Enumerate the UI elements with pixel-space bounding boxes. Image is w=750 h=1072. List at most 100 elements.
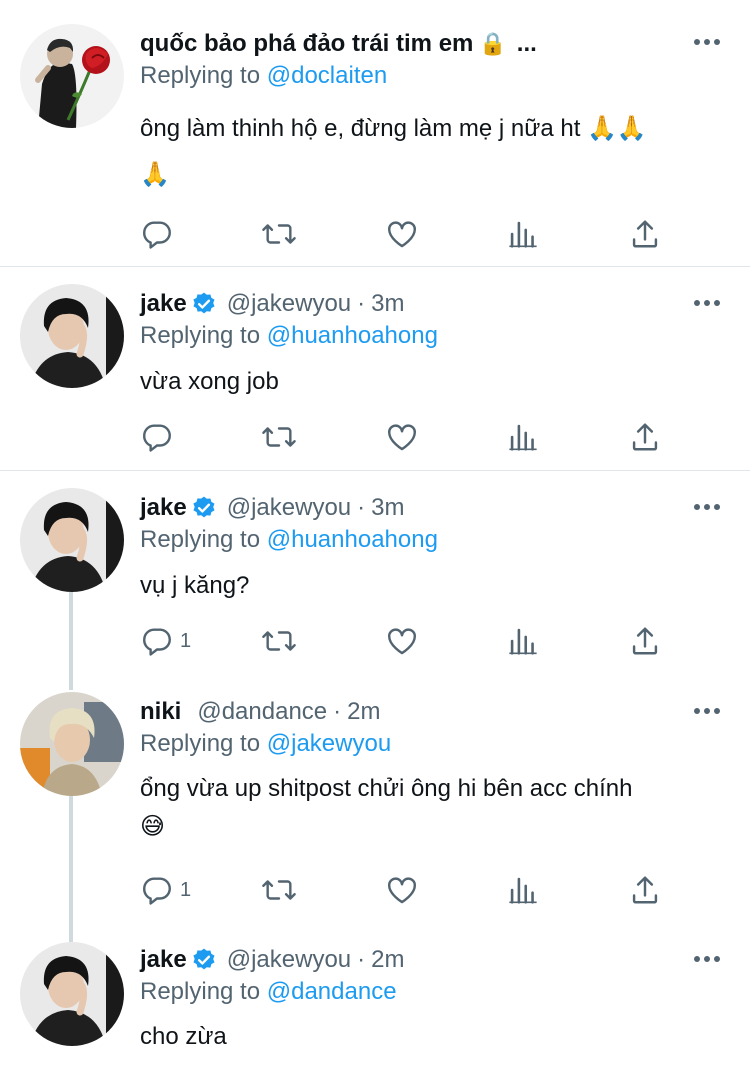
replying-prefix: Replying to [140,322,261,349]
separator-dot: · [357,290,366,317]
retweet-icon [262,427,296,447]
replying-to: Replying to @dandance [140,978,397,1006]
verified-badge-icon [191,291,217,317]
handle[interactable]: @jakewyou [227,494,351,522]
separator-dot: · [357,494,366,521]
retweet-button[interactable] [260,624,298,658]
reply-icon [143,877,171,905]
tweet[interactable]: quốc bảo phá đảo trái tim em 🔒 ... Reply… [0,0,750,266]
like-icon [388,424,416,451]
retweet-button[interactable] [260,873,298,907]
tweet-header: jake @jakewyou · 2m [140,942,404,978]
handle[interactable]: @jakewyou [227,946,351,974]
reply-icon [143,628,171,656]
like-button[interactable] [385,420,419,454]
replying-prefix: Replying to [140,526,261,553]
share-button[interactable] [630,420,660,454]
display-name[interactable]: jake [140,946,187,974]
tweet-text-line: vụ j kăng? [140,572,250,599]
avatar[interactable] [20,488,124,592]
reply-button[interactable] [140,420,174,454]
tweet-text-line: 😅 [140,813,166,840]
replying-to: Replying to @huanhoahong [140,526,438,554]
retweet-icon [262,224,296,244]
replying-prefix: Replying to [140,730,261,757]
more-icon[interactable] [694,299,720,307]
tweet-text-line: cho zừa [140,1023,227,1050]
avatar[interactable] [20,284,124,388]
display-name[interactable]: quốc bảo phá đảo trái tim em [140,30,473,58]
share-button[interactable] [630,873,660,907]
handle[interactable]: @jakewyou [227,290,351,318]
tweet-header: quốc bảo phá đảo trái tim em 🔒 ... [140,26,537,62]
handle[interactable]: @dandance [197,698,327,726]
retweet-button[interactable] [260,420,298,454]
tweet-text-line: ông làm thinh hộ e, đừng làm mẹ j nữa ht… [140,115,647,142]
views-button[interactable] [508,420,538,454]
more-icon[interactable] [694,707,720,715]
tweet[interactable]: niki @dandance · 2m Replying to @jakewyo… [0,686,750,936]
views-button[interactable] [508,217,538,251]
tweet[interactable]: jake @jakewyou · 3m Replying to @huanhoa… [0,267,750,470]
mention-link[interactable]: @jakewyou [267,730,391,757]
reply-icon [143,424,171,452]
like-icon [388,877,416,904]
tweet-text: cho zừa [140,1018,720,1056]
like-button[interactable] [385,624,419,658]
views-icon [509,221,537,248]
display-name[interactable]: niki [140,698,181,726]
like-button[interactable] [385,217,419,251]
tweet-actions [140,420,680,454]
like-icon [388,221,416,248]
timestamp[interactable]: 3m [371,290,404,318]
retweet-icon [262,880,296,900]
tweet[interactable]: jake @jakewyou · 2m Replying to @dandanc… [0,936,750,1072]
share-icon [632,220,658,248]
mention-link[interactable]: @huanhoahong [267,526,438,553]
mention-link[interactable]: @huanhoahong [267,322,438,349]
share-icon [632,423,658,451]
tweet-text-line: 🙏 [140,161,170,188]
reply-button[interactable] [140,217,174,251]
tweet-header: jake @jakewyou · 3m [140,490,404,526]
avatar[interactable] [20,942,124,1046]
reply-button[interactable]: 1 [140,873,191,907]
share-button[interactable] [630,217,660,251]
timestamp[interactable]: 3m [371,494,404,522]
mention-link[interactable]: @dandance [267,978,397,1005]
display-name[interactable]: jake [140,290,187,318]
retweet-button[interactable] [260,217,298,251]
reply-button[interactable]: 1 [140,624,191,658]
timestamp[interactable]: 2m [371,946,404,974]
share-button[interactable] [630,624,660,658]
views-icon [509,628,537,655]
replying-prefix: Replying to [140,62,261,89]
tweet[interactable]: jake @jakewyou · 3m Replying to @huanhoa… [0,471,750,686]
share-icon [632,627,658,655]
views-icon [509,877,537,904]
tweet-text-line: ổng vừa up shitpost chửi ông hi bên acc … [140,775,633,802]
verified-badge-icon [191,495,217,521]
views-button[interactable] [508,873,538,907]
reply-count: 1 [180,878,192,901]
more-icon[interactable] [694,503,720,511]
views-icon [509,424,537,451]
like-icon [388,628,416,655]
lock-icon: 🔒 [479,31,507,56]
views-button[interactable] [508,624,538,658]
mention-link[interactable]: @doclaiten [267,62,387,89]
tweet-text: ổng vừa up shitpost chửi ông hi bên acc … [140,770,720,846]
avatar[interactable] [20,692,124,796]
separator-dot: · [357,946,366,973]
timestamp[interactable]: 2m [347,698,380,726]
display-name[interactable]: jake [140,494,187,522]
tweet-header: jake @jakewyou · 3m [140,286,404,322]
name-ellipsis: ... [516,30,537,57]
more-icon[interactable] [694,38,720,46]
like-button[interactable] [385,873,419,907]
replying-to: Replying to @jakewyou [140,730,391,758]
more-icon[interactable] [694,955,720,963]
share-icon [632,876,658,904]
avatar[interactable] [20,24,124,128]
verified-badge-icon [191,947,217,973]
